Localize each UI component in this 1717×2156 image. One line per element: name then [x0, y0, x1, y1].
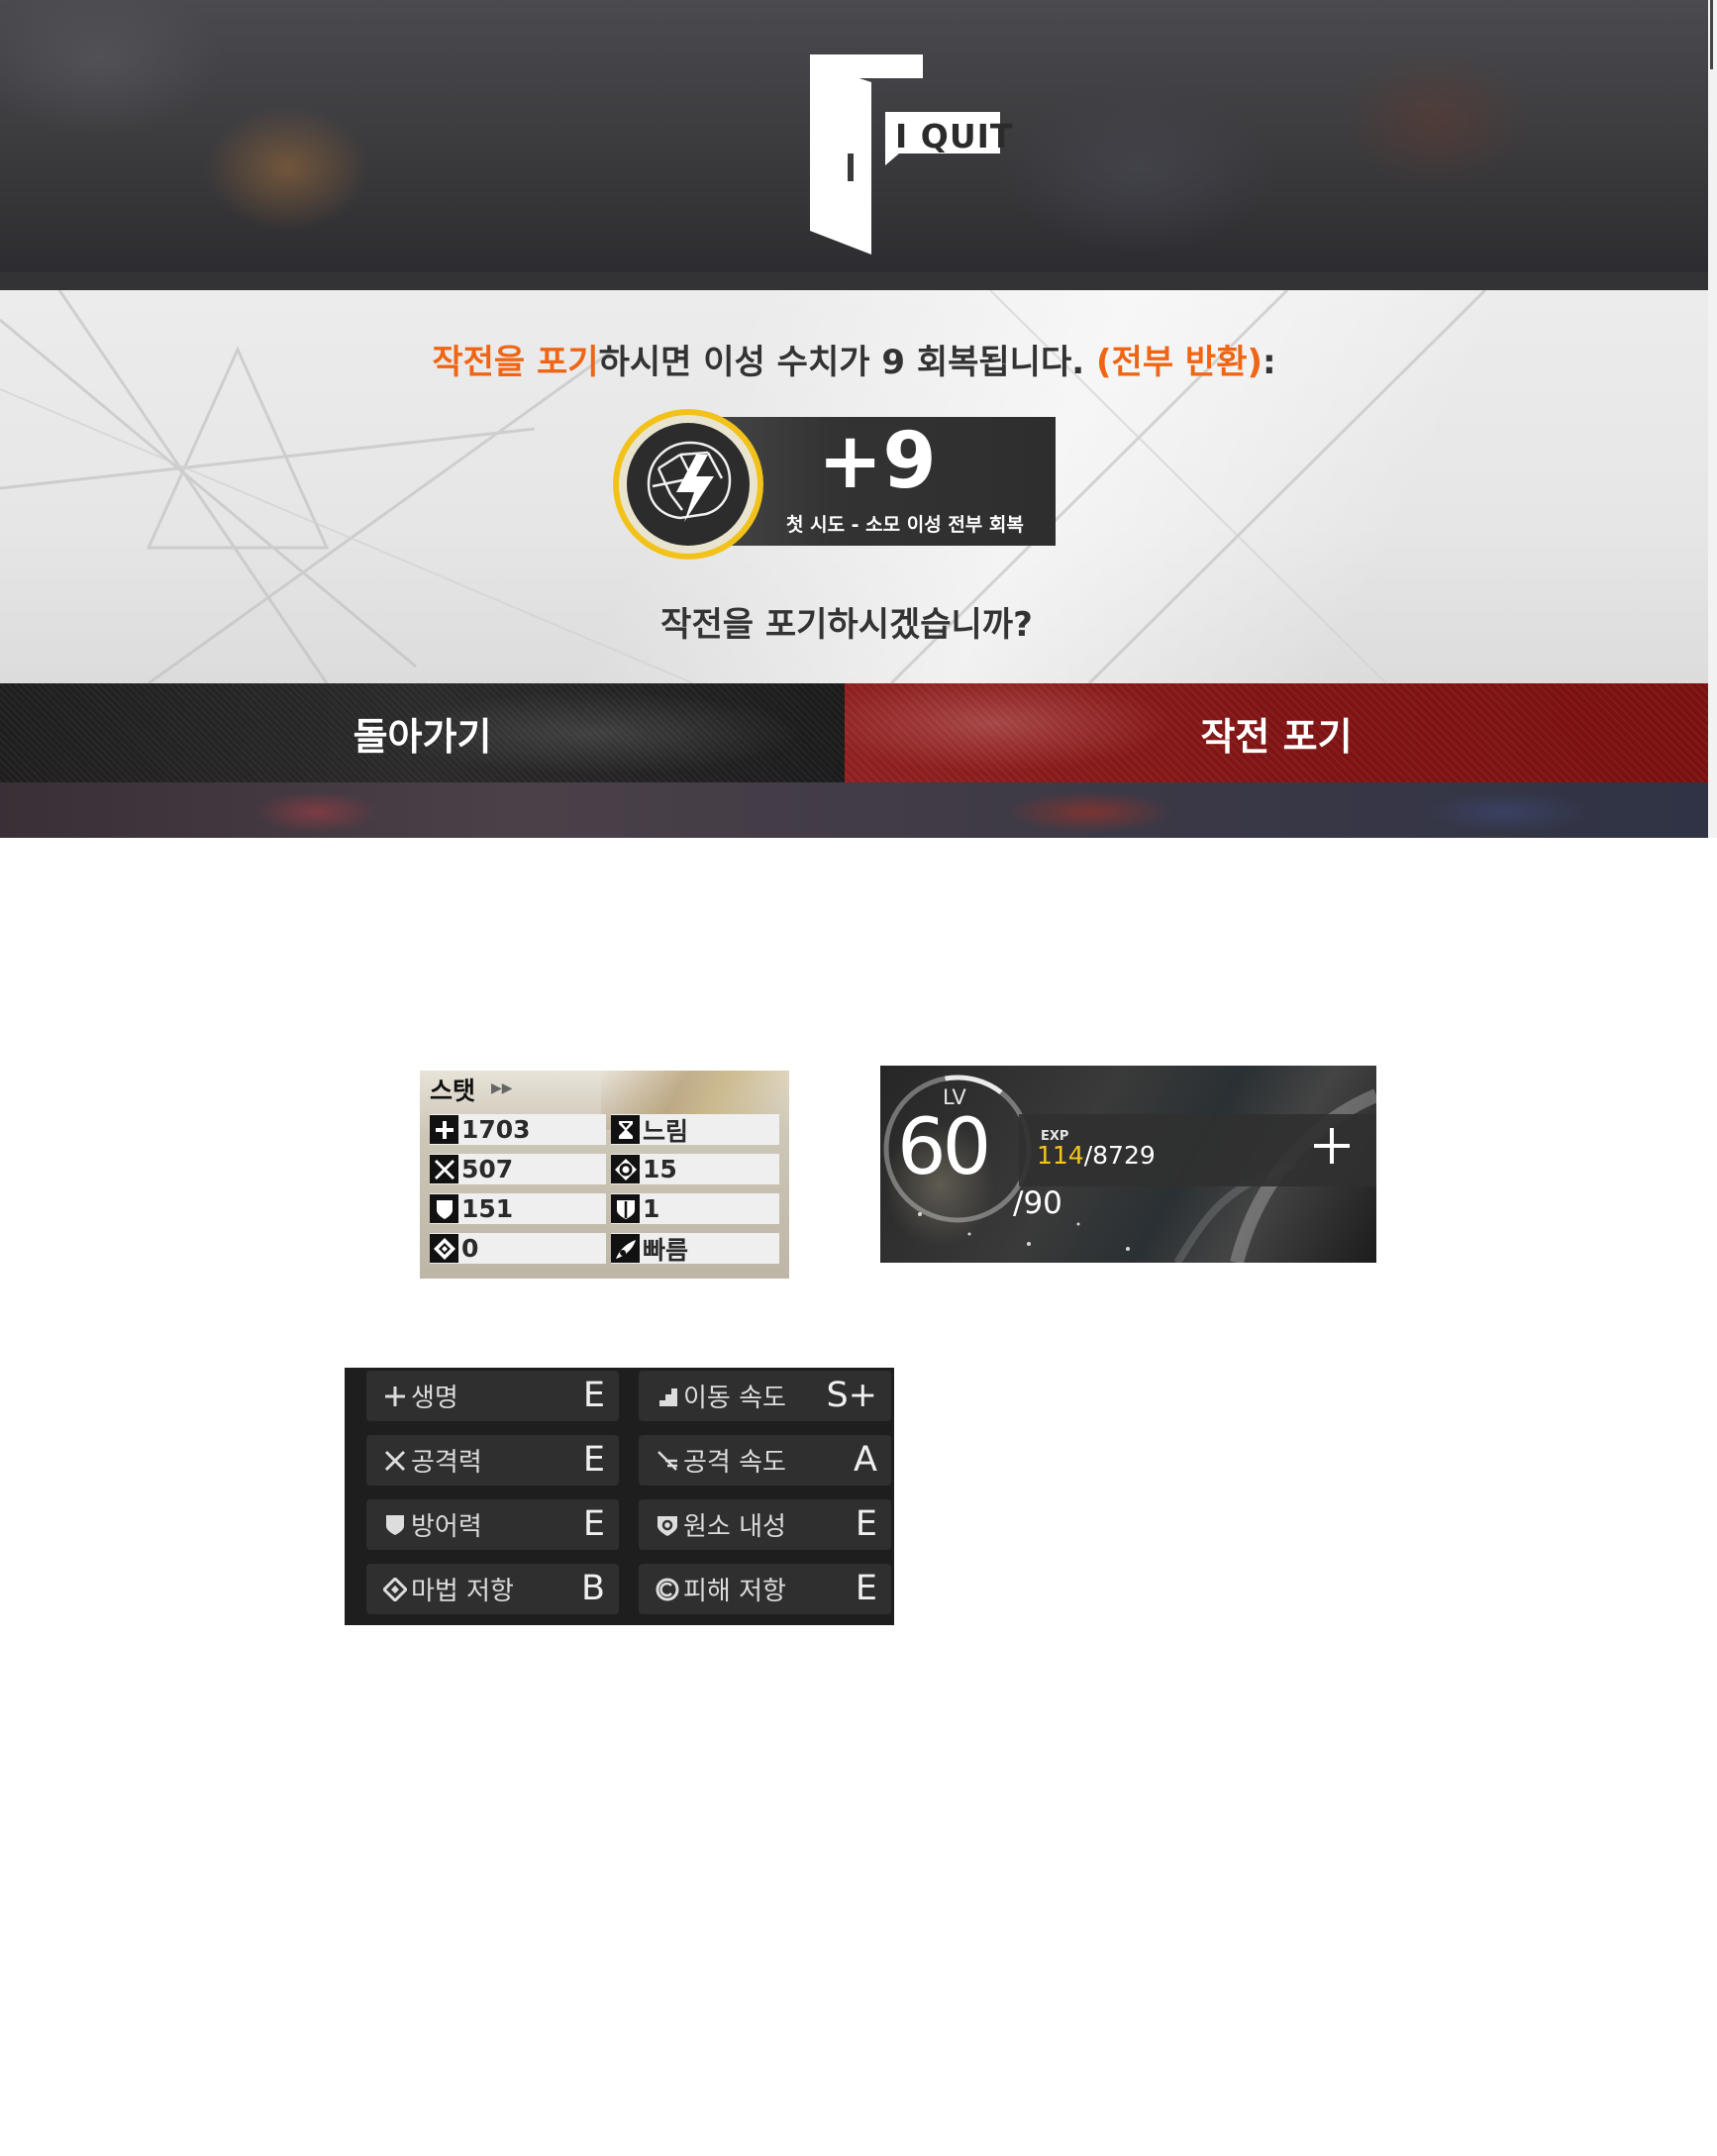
rank-grade: E — [582, 1504, 605, 1544]
exp-value: 114/8729 — [1037, 1141, 1156, 1170]
level-card: LV 60 /90 EXP 114/8729 — [880, 1066, 1376, 1263]
stat-value: 151 — [461, 1194, 514, 1223]
rank-magic-resist: 마법 저항 B — [366, 1564, 619, 1614]
rank-grade: S+ — [826, 1376, 877, 1415]
stat-hp: 1703 — [430, 1114, 606, 1145]
level-up-plus-icon[interactable] — [1306, 1120, 1358, 1172]
quit-dialog: I QUIT 작전을 포기하시면 이성 수치가 9 회복됩니다. (전부 반환)… — [0, 0, 1717, 838]
speed-icon — [611, 1234, 640, 1263]
rank-label: 생명 — [411, 1384, 458, 1413]
double-chevron-icon: ▶▶ — [491, 1080, 513, 1096]
stat-resistance: 0 — [430, 1233, 606, 1264]
shield-icon — [430, 1194, 458, 1223]
target-icon — [611, 1155, 640, 1183]
stat-value: 1 — [643, 1194, 660, 1223]
damage-resist-icon — [655, 1577, 680, 1602]
plus-icon — [430, 1115, 458, 1144]
stat-value: 15 — [643, 1155, 677, 1183]
stat-redeploy: 느림 — [611, 1114, 779, 1146]
diamond-icon — [382, 1577, 408, 1602]
stat-value: 507 — [461, 1155, 514, 1183]
stat-value: 1703 — [461, 1115, 531, 1144]
rank-grade: E — [582, 1440, 605, 1480]
back-button[interactable]: 돌아가기 — [0, 683, 845, 782]
reward-amount: +9 — [818, 417, 937, 506]
rank-attack-speed: 공격 속도 A — [639, 1435, 891, 1486]
hourglass-icon — [611, 1115, 640, 1144]
rank-grade: A — [854, 1440, 877, 1480]
rank-hp: 생명 E — [366, 1371, 619, 1421]
rank-label: 원소 내성 — [683, 1512, 786, 1542]
confirm-question: 작전을 포기하시겠습니까? — [660, 605, 1033, 645]
crossed-swords-icon — [382, 1448, 408, 1474]
move-speed-icon — [655, 1384, 680, 1409]
stat-defense: 151 — [430, 1193, 606, 1224]
message-highlight-refund: (전부 반환) — [1096, 343, 1263, 382]
exp-current: 114 — [1037, 1141, 1084, 1170]
recovery-message: 작전을 포기하시면 이성 수치가 9 회복됩니다. (전부 반환): — [0, 335, 1708, 383]
scrollbar-edge — [1708, 0, 1717, 838]
sanity-brain-icon — [613, 409, 763, 560]
rank-defense: 방어력 E — [366, 1499, 619, 1550]
stat-card: 스탯 ▶▶ 1703 느림 507 15 151 1 0 빠름 — [420, 1071, 789, 1279]
crossed-swords-icon — [430, 1155, 458, 1183]
divider — [0, 272, 1708, 290]
rank-label: 피해 저항 — [683, 1577, 786, 1606]
sanity-reward: +9 첫 시도 - 소모 이성 전부 회복 — [611, 407, 1056, 560]
element-resist-icon — [655, 1512, 680, 1538]
attribute-rank-panel: 생명 E 이동 속도 S+ 공격력 E 공격 속도 A 방어력 E 원소 내성 … — [345, 1368, 894, 1625]
dialog-panel: 작전을 포기하시면 이성 수치가 9 회복됩니다. (전부 반환): +9 첫 … — [0, 290, 1708, 683]
exp-total: /8729 — [1083, 1141, 1156, 1170]
level-value: 60 — [897, 1103, 991, 1192]
rank-grade: E — [582, 1376, 605, 1415]
stat-attack-interval: 빠름 — [611, 1233, 779, 1265]
rank-label: 공격 속도 — [683, 1448, 786, 1478]
max-level: /90 — [1013, 1185, 1062, 1221]
background-scene-bottom — [0, 782, 1708, 838]
rank-label: 방어력 — [411, 1512, 482, 1542]
stat-cost: 15 — [611, 1154, 779, 1184]
rank-grade: B — [580, 1569, 605, 1608]
rank-damage-resist: 피해 저항 E — [639, 1564, 891, 1614]
plus-icon — [382, 1384, 408, 1409]
stat-block: 1 — [611, 1193, 779, 1224]
stat-card-title: 스탯 — [430, 1077, 476, 1105]
rank-label: 공격력 — [411, 1448, 482, 1478]
stat-value: 느림 — [643, 1116, 689, 1146]
rank-label: 마법 저항 — [411, 1577, 514, 1606]
diamond-icon — [430, 1234, 458, 1263]
reward-subtitle: 첫 시도 - 소모 이성 전부 회복 — [786, 514, 1024, 536]
shield-icon — [382, 1512, 408, 1538]
block-icon — [611, 1194, 640, 1223]
rank-move-speed: 이동 속도 S+ — [639, 1371, 891, 1421]
rank-grade: E — [855, 1569, 877, 1608]
rank-grade: E — [855, 1504, 877, 1544]
rank-element-resist: 원소 내성 E — [639, 1499, 891, 1550]
rank-attack: 공격력 E — [366, 1435, 619, 1486]
logo-text: I QUIT — [895, 117, 1014, 155]
attack-speed-icon — [655, 1448, 680, 1474]
message-body: 하시면 이성 수치가 9 회복됩니다. — [598, 343, 1096, 382]
message-colon: : — [1262, 343, 1276, 382]
stat-value: 0 — [461, 1234, 479, 1263]
abandon-operation-button[interactable]: 작전 포기 — [845, 683, 1708, 782]
stat-attack: 507 — [430, 1154, 606, 1184]
rank-label: 이동 속도 — [683, 1384, 786, 1413]
message-highlight-abandon: 작전을 포기 — [432, 343, 599, 382]
stat-value: 빠름 — [643, 1235, 689, 1265]
